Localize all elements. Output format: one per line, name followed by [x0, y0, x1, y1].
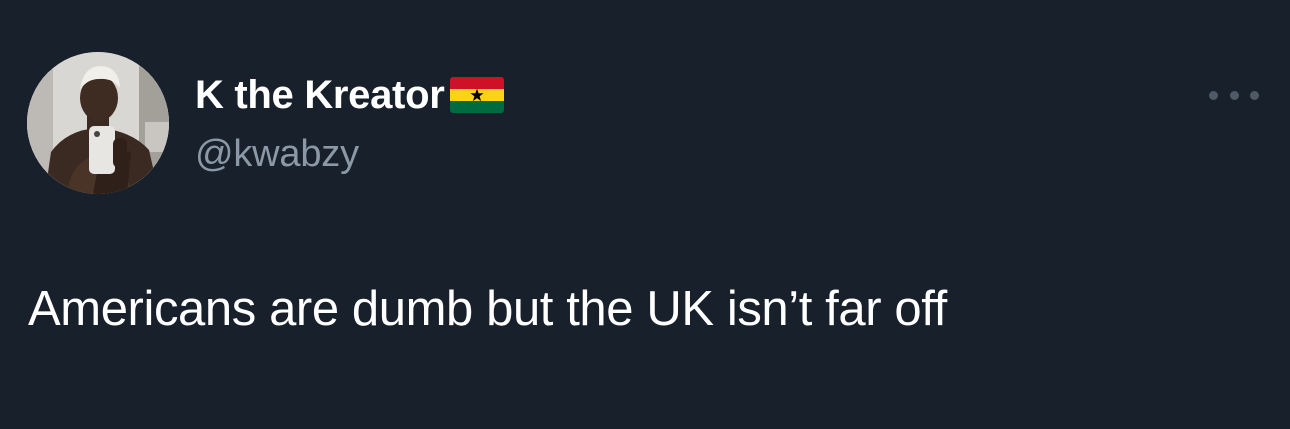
- ghana-flag-icon: [450, 77, 505, 113]
- display-name[interactable]: K the Kreator: [195, 70, 445, 120]
- more-options-button[interactable]: [1206, 80, 1262, 110]
- more-options-icon-dot: [1229, 90, 1239, 100]
- avatar[interactable]: [27, 52, 169, 194]
- more-options-icon: [1209, 90, 1218, 100]
- more-options-icon-dot: [1250, 90, 1259, 100]
- author-handle[interactable]: @kwabzy: [195, 130, 359, 178]
- tweet-text: Americans are dumb but the UK isn’t far …: [28, 282, 947, 336]
- author-name-row: K the Kreator: [195, 70, 505, 120]
- profile-photo-icon: [27, 52, 169, 194]
- tweet-card: K the Kreator @kwabzy Americans are dumb…: [0, 0, 1290, 429]
